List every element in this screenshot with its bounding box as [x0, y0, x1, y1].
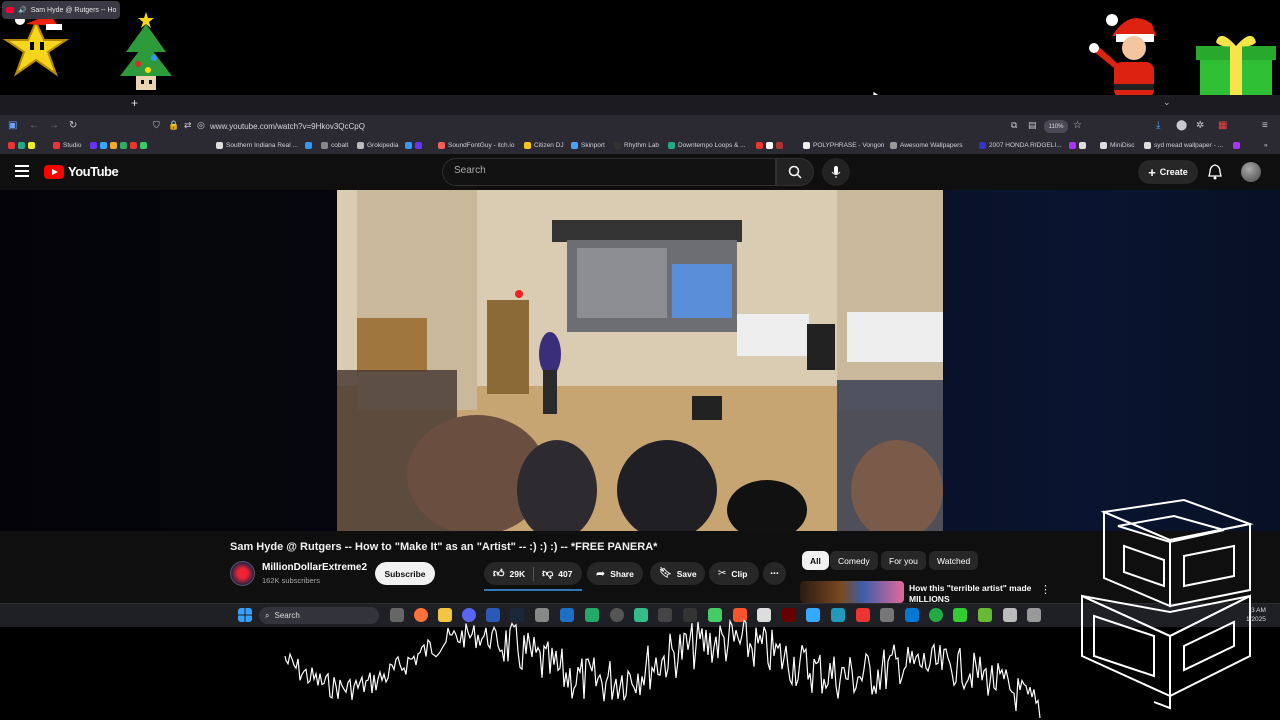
speaker-icon[interactable]: 🔊	[18, 6, 27, 14]
hamburger-menu-icon[interactable]	[15, 165, 29, 180]
bookmarks-toolbar: Studio Southern Indiana Real ... cobalt …	[0, 139, 1280, 154]
extensions-icon[interactable]: ✲	[1196, 120, 1204, 131]
youtube-play-icon	[44, 164, 64, 179]
reader-view-icon[interactable]: ▤	[1028, 120, 1037, 131]
like-button[interactable]: 👍︎ 29K	[493, 567, 525, 580]
lock-icon[interactable]: 🔒	[168, 120, 179, 131]
menu-icon[interactable]: ≡	[1262, 120, 1268, 131]
back-icon[interactable]: ←	[29, 120, 39, 131]
isometric-wireframe-art	[1081, 498, 1254, 710]
bookmark-item[interactable]	[1233, 142, 1240, 149]
bookmark-item[interactable]: 2007 HONDA RIDGELI...	[979, 142, 1062, 149]
forward-icon[interactable]: →	[49, 120, 59, 131]
bookmark-item[interactable]: Rhythm Lab	[614, 142, 659, 149]
video-frame	[337, 190, 943, 531]
clip-button[interactable]: ✂ Clip	[709, 562, 759, 585]
account-avatar[interactable]	[1241, 162, 1261, 182]
more-actions-button[interactable]: ⋯	[763, 562, 786, 585]
search-input[interactable]: Search	[442, 158, 776, 186]
pixel-christmas-tree-icon	[120, 12, 172, 90]
bookmark-item[interactable]: Grokipedia	[357, 142, 398, 149]
plus-icon: +	[1148, 164, 1156, 180]
scissors-icon: ✂	[718, 568, 727, 579]
voice-search-button[interactable]	[822, 158, 850, 186]
like-dislike-group: 👍︎ 29K 👎︎ 407	[484, 562, 582, 585]
bookmark-item[interactable]: Downtempo Loops & ...	[668, 142, 746, 149]
notifications-bell-icon[interactable]	[1208, 164, 1222, 185]
bookmark-item[interactable]: syd mead wallpaper - ...	[1144, 142, 1223, 149]
subscribe-button[interactable]: Subscribe	[375, 562, 435, 585]
microphone-icon	[831, 166, 841, 178]
bookmark-item[interactable]: Southern Indiana Real ...	[216, 142, 298, 149]
like-count: 29K	[509, 568, 526, 579]
chip-for-you[interactable]: For you	[881, 551, 926, 570]
save-label: Save	[676, 568, 697, 579]
waveform-line	[284, 618, 1041, 719]
video-player[interactable]	[337, 190, 943, 531]
search-button[interactable]	[776, 158, 814, 186]
pip-icon[interactable]: ⧉	[1011, 120, 1017, 131]
more-dots-icon: ⋯	[770, 568, 779, 578]
search-icon	[788, 165, 802, 179]
channel-avatar[interactable]	[230, 561, 255, 586]
shield-icon[interactable]: ⛉	[153, 120, 160, 131]
dislike-count: 407	[558, 568, 573, 579]
video-title: Sam Hyde @ Rutgers -- How to "Make It" a…	[230, 541, 658, 553]
chip-comedy[interactable]: Comedy	[830, 551, 878, 570]
like-divider	[533, 566, 535, 581]
recommended-video-menu-icon[interactable]: ⋮	[1040, 583, 1051, 596]
downloads-icon[interactable]: ⤓	[1156, 120, 1160, 131]
save-button[interactable]: 🔖︎ Save	[650, 562, 705, 585]
bookmark-item[interactable]: POLYPHRASE - Vongon	[803, 142, 884, 149]
bookmark-item[interactable]	[305, 142, 312, 149]
like-ratio-bar	[484, 589, 582, 591]
thumbs-down-icon: 👎︎	[542, 568, 554, 580]
extension-ublock-icon[interactable]: ⬤	[1176, 120, 1187, 131]
new-tab-button[interactable]: +	[131, 96, 138, 110]
browser-tab-active[interactable]: 🔊 Sam Hyde @ Rutgers -- Ho ✕	[2, 1, 120, 19]
bookmark-star-icon[interactable]: ☆	[1073, 120, 1082, 131]
youtube-masthead: YouTube Search + Create	[0, 154, 1280, 190]
bookmark-item[interactable]	[90, 142, 147, 149]
extension-badge-icon[interactable]: ▦	[1218, 120, 1227, 131]
bookmark-item[interactable]: Studio	[53, 142, 81, 149]
youtube-favicon-icon	[6, 7, 14, 13]
create-label: Create	[1159, 167, 1188, 177]
permissions-icon[interactable]: ⇄	[184, 120, 192, 131]
bookmark-item[interactable]: Citizen DJ	[524, 142, 564, 149]
zoom-level[interactable]: 110%	[1044, 120, 1068, 133]
reload-icon[interactable]: ↻	[69, 120, 77, 131]
bookmark-item[interactable]: Awesome Wallpapers	[890, 142, 963, 149]
share-button[interactable]: ➦ Share	[587, 562, 643, 585]
channel-name[interactable]: MillionDollarExtreme2	[262, 562, 367, 573]
bookmark-item[interactable]: Skinport	[571, 142, 605, 149]
media-icon[interactable]: ◎	[197, 120, 205, 131]
bookmark-item[interactable]	[756, 142, 783, 149]
share-label: Share	[610, 568, 634, 579]
browser-navbar: ▣ ← → ↻ ⛉ 🔒 ⇄ ◎ www.youtube.com/watch?v=…	[0, 115, 1280, 139]
bookmark-item[interactable]: cobalt	[321, 142, 348, 149]
sidebar-toggle-icon[interactable]: ▣	[8, 120, 17, 131]
chip-watched[interactable]: Watched	[929, 551, 979, 570]
dislike-button[interactable]: 👎︎ 407	[542, 567, 572, 580]
thumbs-up-icon: 👍︎	[493, 568, 505, 580]
create-button[interactable]: + Create	[1138, 160, 1198, 184]
share-arrow-icon: ➦	[596, 568, 606, 580]
browser-tab-strip	[0, 95, 1280, 115]
bookmark-item[interactable]	[405, 142, 422, 149]
youtube-logo-text: YouTube	[68, 164, 119, 179]
bookmarks-overflow-icon[interactable]: »	[1264, 142, 1268, 149]
tab-title: Sam Hyde @ Rutgers -- Ho	[30, 6, 117, 14]
bookmark-item[interactable]	[8, 142, 35, 149]
bookmark-item[interactable]	[1069, 142, 1086, 149]
channel-subscriber-count: 162K subscribers	[262, 576, 320, 585]
bookmark-icon: 🔖︎	[659, 568, 672, 579]
tab-list-chevron-icon[interactable]: ⌄	[1163, 97, 1171, 108]
clip-label: Clip	[731, 568, 748, 579]
bookmark-item[interactable]: MiniDisc	[1100, 142, 1135, 149]
url-field[interactable]: www.youtube.com/watch?v=9Hkov3QcCpQ	[210, 122, 365, 131]
chip-all[interactable]: All	[802, 551, 829, 570]
youtube-logo[interactable]: YouTube	[44, 164, 119, 179]
bookmark-item[interactable]: SoundFontGuy - itch.io	[438, 142, 514, 149]
